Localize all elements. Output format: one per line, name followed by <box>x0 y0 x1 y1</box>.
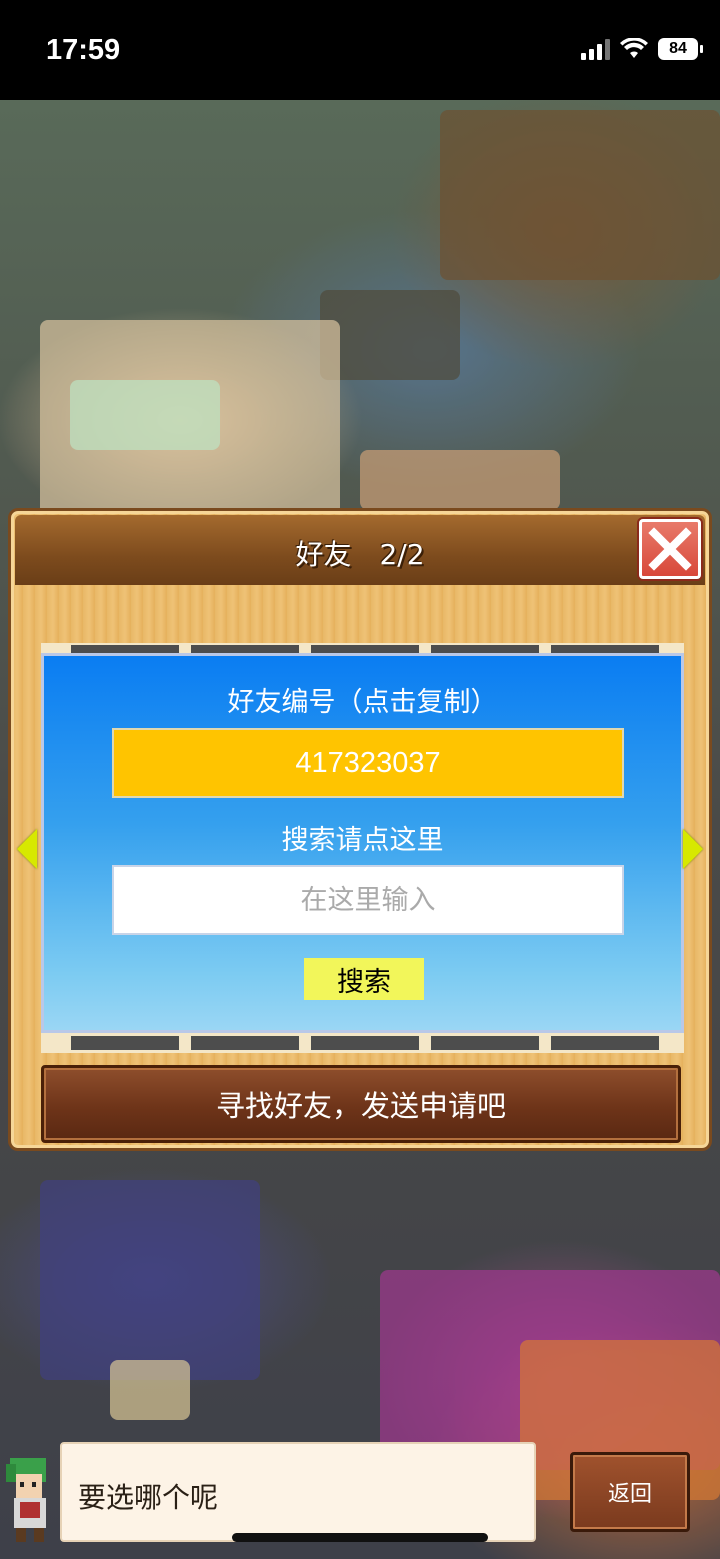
dialog-header: 好友 2/2 <box>15 515 705 585</box>
page-tab[interactable] <box>551 1036 659 1050</box>
friend-id-copy-box[interactable]: 417323037 <box>112 728 624 798</box>
search-label: 搜索请点这里 <box>281 825 444 856</box>
page-tab[interactable] <box>431 645 539 653</box>
page-tab-strip-bottom <box>41 1033 684 1053</box>
friends-dialog: 好友 2/2 好友编号（点击复制） 417323037 搜索请点这里 搜索 寻找… <box>8 508 712 1151</box>
friend-search-card: 好友编号（点击复制） 417323037 搜索请点这里 搜索 <box>41 653 684 1033</box>
home-indicator[interactable] <box>232 1533 488 1542</box>
close-button[interactable] <box>639 519 701 579</box>
status-time: 17:59 <box>46 34 121 66</box>
page-tab[interactable] <box>191 645 299 653</box>
page-tab[interactable] <box>431 1036 539 1050</box>
wifi-icon <box>620 38 648 58</box>
status-bar: 17:59 84 <box>0 0 720 100</box>
page-tab[interactable] <box>71 645 179 653</box>
status-icons: 84 <box>581 38 703 60</box>
page-tab[interactable] <box>311 1036 419 1050</box>
page-tab[interactable] <box>71 1036 179 1050</box>
cellular-signal-icon <box>581 38 610 60</box>
page-tab[interactable] <box>551 645 659 653</box>
speech-bubble: 要选哪个呢 <box>60 1442 536 1542</box>
back-button[interactable]: 返回 <box>570 1452 690 1532</box>
battery-icon: 84 <box>658 38 703 60</box>
speech-text: 要选哪个呢 <box>78 1481 219 1514</box>
search-input[interactable] <box>112 865 624 935</box>
search-button[interactable]: 搜索 <box>304 958 424 1000</box>
page-tab[interactable] <box>311 645 419 653</box>
page-tab[interactable] <box>191 1036 299 1050</box>
next-page-arrow-icon[interactable] <box>683 829 703 869</box>
dialog-title: 好友 2/2 <box>295 538 425 571</box>
find-friends-button[interactable]: 寻找好友，发送申请吧 <box>41 1065 681 1143</box>
prev-page-arrow-icon[interactable] <box>17 829 37 869</box>
friend-id-label: 好友编号（点击复制） <box>227 687 498 718</box>
character-avatar <box>6 1458 46 1542</box>
close-icon <box>648 527 692 571</box>
